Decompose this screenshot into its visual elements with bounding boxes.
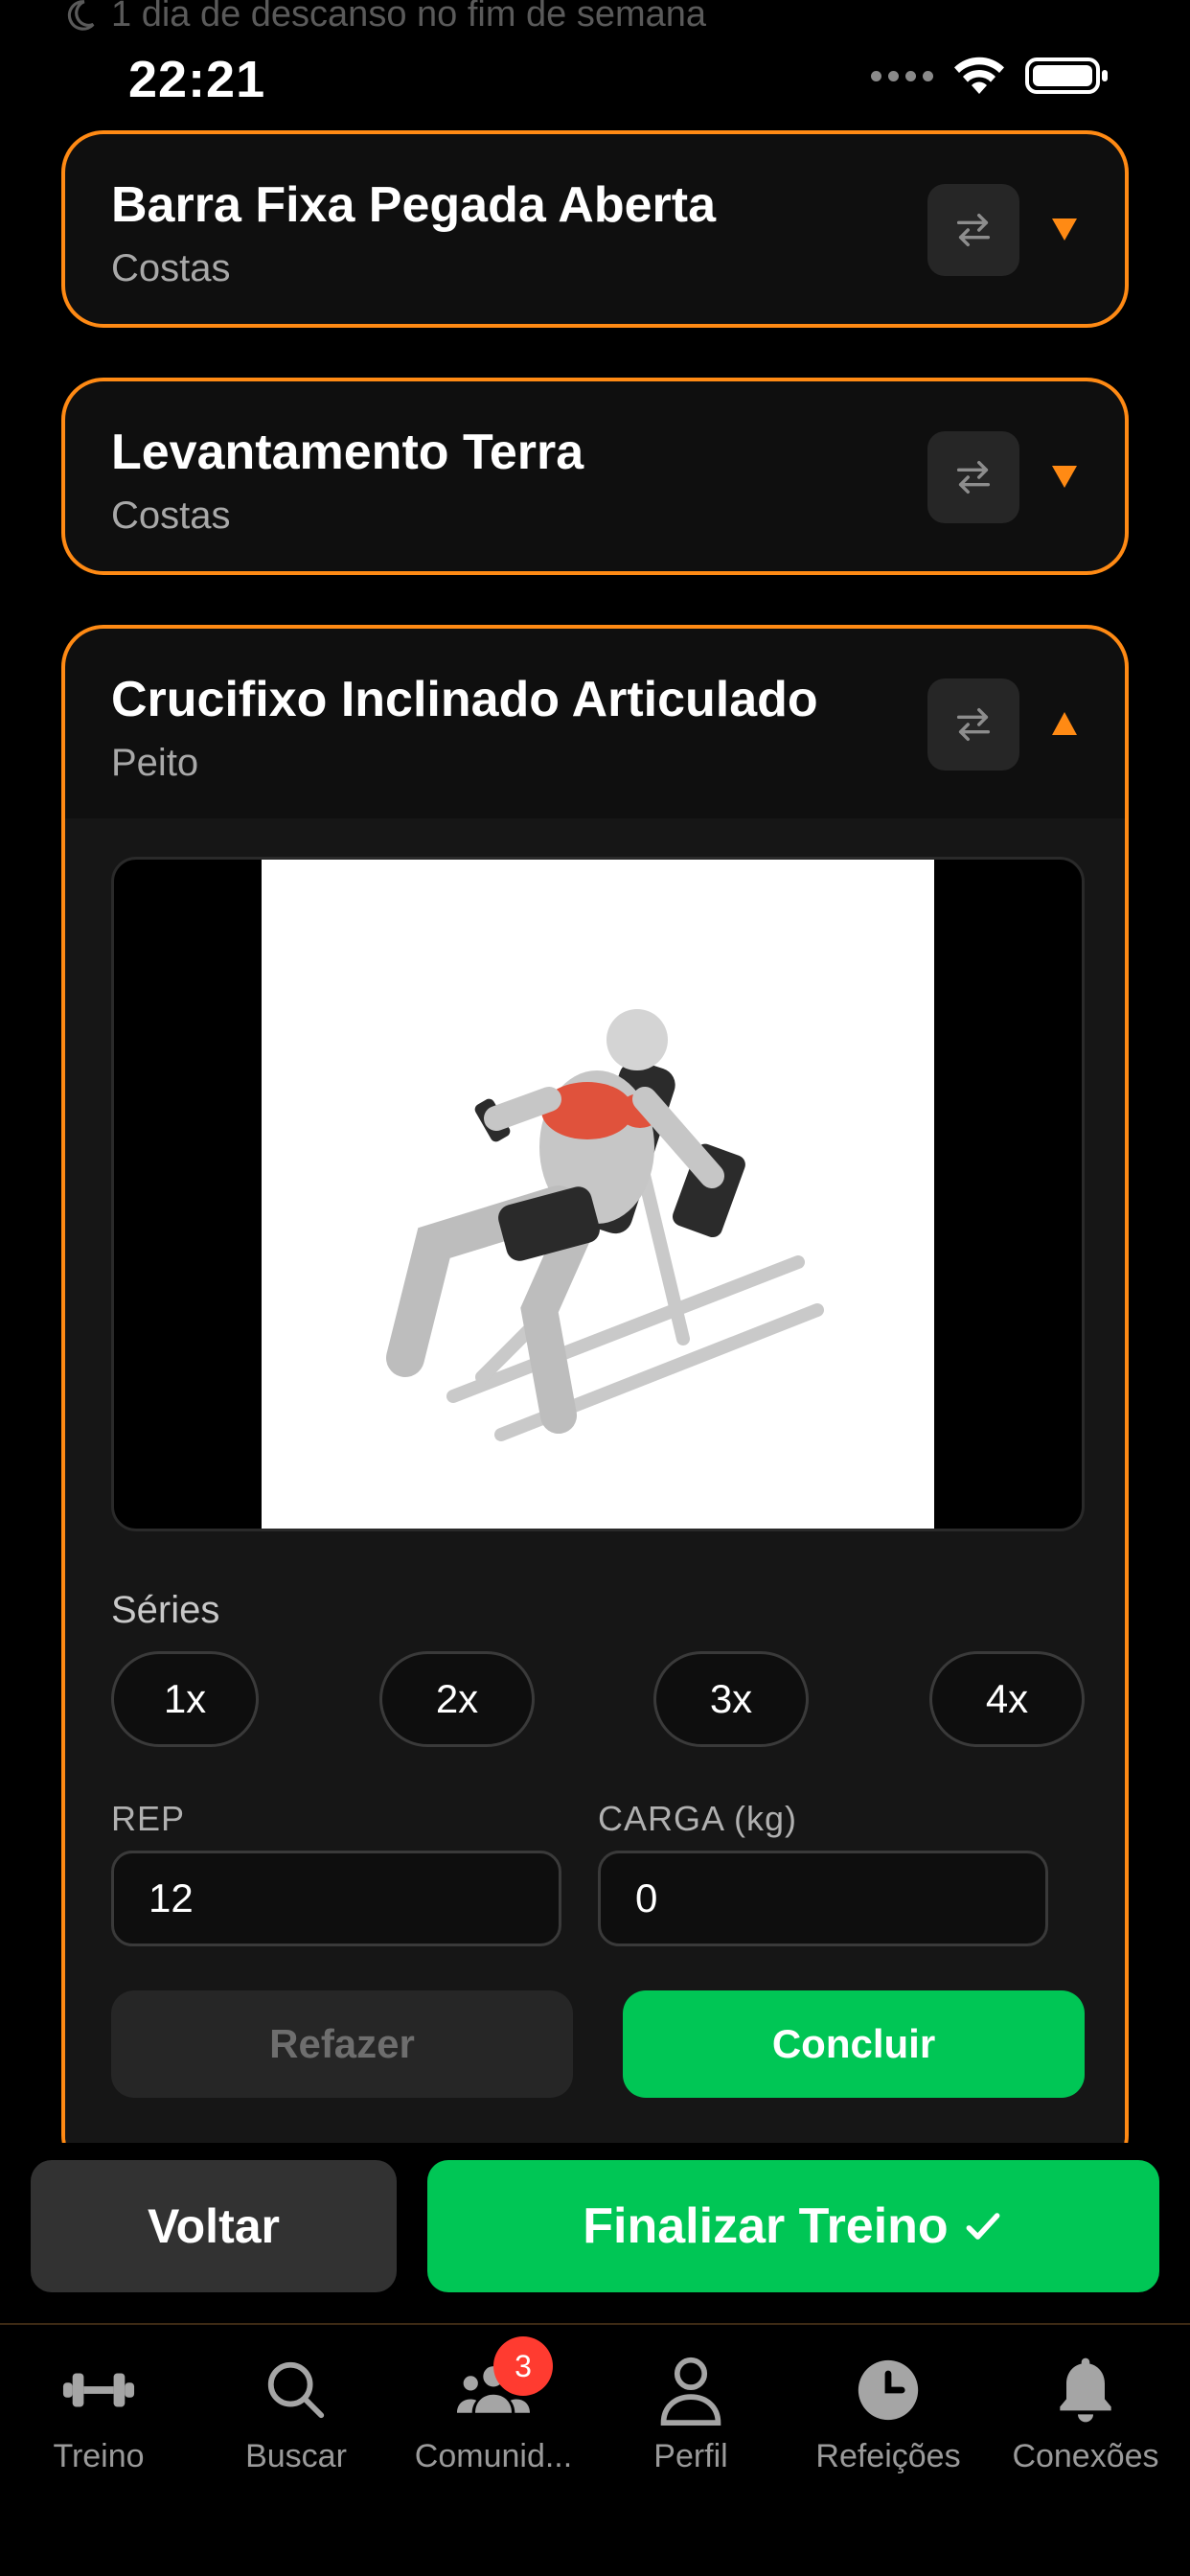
redo-button[interactable]: Refazer (111, 1990, 573, 2098)
exercise-illustration (262, 860, 934, 1529)
set-inputs: REP 12 CARGA (kg) 0 (111, 1799, 1079, 1971)
search-icon (267, 2361, 325, 2419)
series-option-3x[interactable]: 3x (653, 1651, 809, 1747)
series-selector: 1x 2x 3x 4x (111, 1651, 1085, 1751)
back-button[interactable]: Voltar (31, 2160, 397, 2292)
complete-set-button[interactable]: Concluir (623, 1990, 1085, 2098)
series-option-1x[interactable]: 1x (111, 1651, 259, 1747)
swap-icon (956, 460, 991, 494)
tab-label: Treino (53, 2438, 145, 2474)
chevron-down-icon[interactable] (1050, 215, 1079, 243)
exercise-card-expanded[interactable]: Crucifixo Inclinado Articulado Peito Sér… (61, 625, 1129, 2177)
tab-perfil[interactable]: Perfil (592, 2350, 790, 2475)
swap-exercise-button[interactable] (927, 678, 1019, 770)
finish-workout-label: Finalizar Treino (583, 2198, 949, 2254)
tab-treino[interactable]: Treino (0, 2350, 197, 2475)
rep-input[interactable]: 12 (111, 1851, 561, 1946)
finish-workout-button[interactable]: Finalizar Treino (427, 2160, 1159, 2292)
dumbbell-icon (62, 2373, 135, 2407)
exercise-header[interactable]: Barra Fixa Pegada Aberta Costas (65, 134, 1125, 322)
series-option-4x[interactable]: 4x (929, 1651, 1085, 1747)
tab-refeicoes[interactable]: Refeições (790, 2350, 987, 2475)
rep-label: REP (111, 1799, 186, 1838)
exercise-detail: Séries 1x 2x 3x 4x REP 12 CARGA (kg) 0 R… (65, 818, 1125, 2160)
wifi-icon (954, 57, 1004, 94)
tab-conexoes[interactable]: Conexões (987, 2350, 1184, 2475)
tab-label: Buscar (245, 2438, 347, 2474)
tab-label: Comunid... (414, 2438, 573, 2474)
exercise-card[interactable]: Barra Fixa Pegada Aberta Costas (61, 130, 1129, 328)
load-input[interactable]: 0 (598, 1851, 1048, 1946)
workout-actions: Voltar Finalizar Treino (0, 2143, 1190, 2334)
rest-day-text: 1 dia de descanso no fim de semana (111, 0, 707, 34)
battery-icon (1025, 58, 1108, 94)
checkmark-icon (966, 2213, 1000, 2240)
exercise-image-frame (111, 857, 1085, 1531)
notification-badge: 3 (493, 2336, 553, 2396)
set-actions: Refazer Concluir (111, 1990, 1085, 2098)
bell-icon (1060, 2358, 1111, 2423)
rest-day-note: 1 dia de descanso no fim de semana (61, 0, 706, 35)
chevron-down-icon[interactable] (1050, 462, 1079, 491)
swap-icon (956, 707, 991, 742)
incline-chest-fly-illustration (386, 1009, 824, 1441)
swap-exercise-button[interactable] (927, 431, 1019, 523)
cellular-signal-icon (871, 70, 933, 81)
status-time: 22:21 (128, 51, 266, 108)
series-label: Séries (111, 1589, 220, 1631)
series-option-2x[interactable]: 2x (379, 1651, 535, 1747)
status-indicators (871, 56, 1110, 96)
chevron-up-icon[interactable] (1050, 709, 1079, 738)
load-label: CARGA (kg) (598, 1799, 798, 1838)
tab-comunidade[interactable]: 3 Comunid... (395, 2336, 592, 2475)
tab-label: Perfil (653, 2438, 728, 2474)
tab-buscar[interactable]: Buscar (197, 2350, 395, 2475)
swap-exercise-button[interactable] (927, 184, 1019, 276)
tab-bar: Treino Buscar 3 Comunid... Perfil Refeiç… (0, 2323, 1190, 2576)
exercise-card[interactable]: Levantamento Terra Costas (61, 378, 1129, 575)
exercise-header[interactable]: Crucifixo Inclinado Articulado Peito (65, 629, 1125, 818)
exercise-header[interactable]: Levantamento Terra Costas (65, 381, 1125, 569)
person-icon (660, 2357, 721, 2426)
tab-label: Conexões (1012, 2438, 1159, 2474)
swap-icon (956, 213, 991, 247)
tab-label: Refeições (815, 2438, 961, 2474)
clock-icon (858, 2359, 919, 2421)
moon-icon (67, 0, 95, 31)
